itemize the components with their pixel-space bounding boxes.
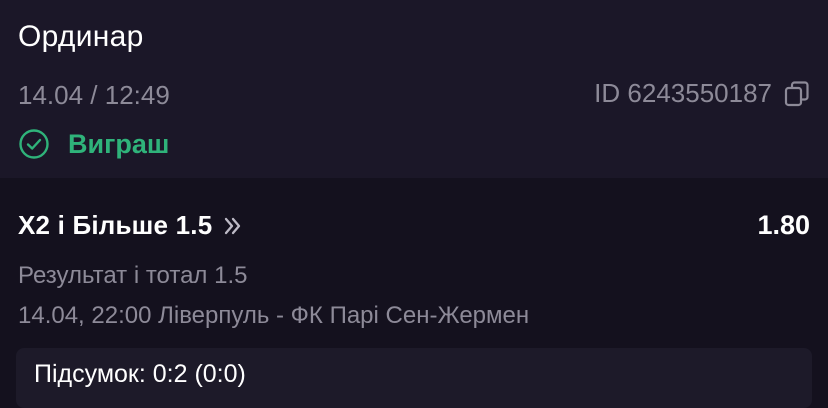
status-label: Виграш bbox=[68, 128, 170, 159]
result-text: Підсумок: 0:2 (0:0) bbox=[34, 360, 246, 388]
double-chevron-right-icon[interactable] bbox=[222, 215, 244, 237]
selection-market: Результат і тотал 1.5 bbox=[18, 262, 248, 289]
bet-id-row: ID 6243550187 bbox=[594, 78, 810, 109]
selection-odds: 1.80 bbox=[757, 210, 810, 240]
bet-status: Виграш bbox=[18, 128, 169, 160]
copy-icon[interactable] bbox=[784, 80, 810, 108]
bet-header: Ординар 14.04 / 12:49 ID 6243550187 Вигр… bbox=[0, 0, 828, 178]
selection-name[interactable]: X2 і Більше 1.5 bbox=[18, 210, 212, 241]
bet-type-title: Ординар bbox=[18, 20, 144, 53]
result-box: Підсумок: 0:2 (0:0) bbox=[16, 348, 812, 408]
bet-id: ID 6243550187 bbox=[594, 78, 772, 108]
bet-date-time: 14.04 / 12:49 bbox=[18, 80, 170, 110]
selection-event: 14.04, 22:00 Ліверпуль - ФК Парі Сен-Жер… bbox=[18, 302, 530, 329]
selection-title[interactable]: X2 і Більше 1.5 bbox=[18, 210, 244, 241]
check-circle-icon bbox=[18, 128, 50, 160]
